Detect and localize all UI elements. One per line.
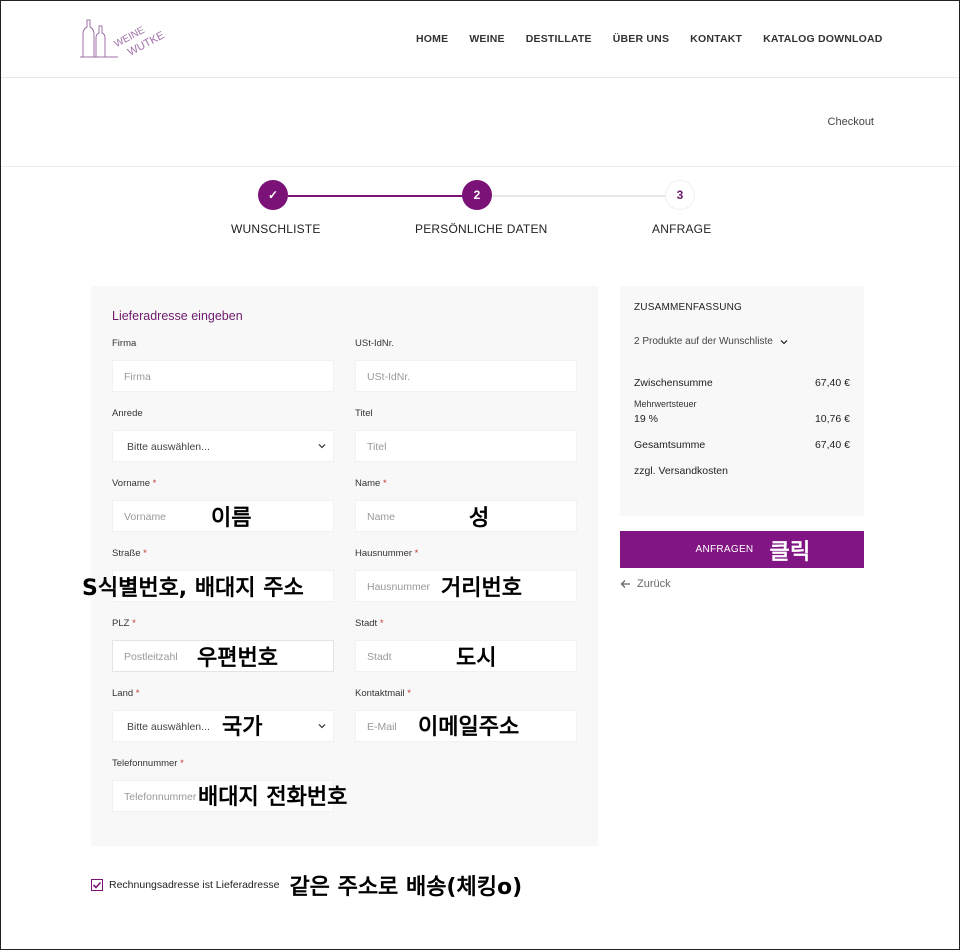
checkout-steps: ✓ 2 3 WUNSCHLISTE PERSÖNLICHE DATEN ANFR… xyxy=(0,180,960,240)
anrede-value: Bitte auswählen... xyxy=(127,441,210,453)
land-label: Land * xyxy=(112,688,140,699)
step-2-marker: 2 xyxy=(462,180,492,210)
order-summary: ZUSAMMENFASSUNG 2 Produkte auf der Wunsc… xyxy=(620,286,864,516)
titel-input[interactable]: Titel xyxy=(355,430,577,462)
step-3-marker: 3 xyxy=(665,180,695,210)
nav-destillate[interactable]: DESTILLATE xyxy=(526,33,592,45)
wine-bottle-logo-icon: WEINE WUTKE xyxy=(80,19,166,59)
vorname-label: Vorname * xyxy=(112,478,157,489)
anrede-select[interactable]: Bitte auswählen... xyxy=(112,430,334,462)
summary-products-toggle[interactable]: 2 Produkte auf der Wunschliste xyxy=(634,336,789,347)
total-value: 67,40 € xyxy=(814,439,850,451)
field-anrede: Anrede Bitte auswählen... xyxy=(112,408,334,462)
field-name: Name * Name xyxy=(355,478,577,532)
step-remaining-line xyxy=(492,195,667,197)
breadcrumb-band: Checkout xyxy=(0,78,960,167)
subtotal-row: Zwischensumme 67,40 € xyxy=(634,377,850,389)
note-name: 성 xyxy=(469,506,490,531)
nav-ueber-uns[interactable]: ÜBER UNS xyxy=(613,33,669,45)
tax-rate: 19 % xyxy=(634,413,658,425)
breadcrumb: Checkout xyxy=(827,116,874,128)
field-firma: Firma Firma xyxy=(112,338,334,392)
name-label: Name * xyxy=(355,478,387,489)
shipping-address-form: Lieferadresse eingeben Firma Firma USt-I… xyxy=(91,286,598,846)
chevron-down-icon xyxy=(780,339,788,344)
strasse-label: Straße * xyxy=(112,548,147,559)
tax-value: 10,76 € xyxy=(814,413,850,425)
total-label: Gesamtsumme xyxy=(634,439,706,451)
note-kontaktmail: 이메일주소 xyxy=(418,715,520,740)
anfragen-button[interactable]: ANFRAGEN 클릭 xyxy=(620,531,864,568)
hausnummer-label: Hausnummer * xyxy=(355,548,419,559)
nav-home[interactable]: HOME xyxy=(416,33,448,45)
summary-products-label: 2 Produkte auf der Wunschliste xyxy=(634,336,773,347)
firma-label: Firma xyxy=(112,338,137,349)
titel-label: Titel xyxy=(355,408,373,419)
billing-checkbox[interactable] xyxy=(91,879,103,891)
brand-logo[interactable]: WEINE WUTKE xyxy=(78,12,170,62)
note-billing: 같은 주소로 배송(체킹o) xyxy=(289,875,523,900)
field-titel: Titel Titel xyxy=(355,408,577,462)
plz-label: PLZ * xyxy=(112,618,136,629)
billing-label: Rechnungsadresse ist Lieferadresse xyxy=(109,879,280,891)
total-row: Gesamtsumme 67,40 € xyxy=(634,439,850,451)
firma-input[interactable]: Firma xyxy=(112,360,334,392)
step-3-label: ANFRAGE xyxy=(652,222,712,236)
ust-input[interactable]: USt-IdNr. xyxy=(355,360,577,392)
shipping-note: zzgl. Versandkosten xyxy=(634,465,728,477)
nav-weine[interactable]: WEINE xyxy=(469,33,504,45)
back-link[interactable]: Zurück xyxy=(620,578,671,590)
note-land: 국가 xyxy=(222,715,263,740)
telefon-label: Telefonnummer * xyxy=(112,758,184,769)
arrow-left-icon xyxy=(620,580,630,588)
anrede-label: Anrede xyxy=(112,408,143,419)
billing-same-as-shipping: Rechnungsadresse ist Lieferadresse 같은 주소… xyxy=(91,869,522,901)
chevron-down-icon xyxy=(318,444,326,449)
note-hausnummer: 거리번호 xyxy=(441,576,522,601)
tax-label: Mehrwertsteuer xyxy=(634,399,697,409)
field-ust: USt-IdNr. USt-IdNr. xyxy=(355,338,577,392)
site-header: WEINE WUTKE HOME WEINE DESTILLATE ÜBER U… xyxy=(0,0,960,78)
nav-katalog-download[interactable]: KATALOG DOWNLOAD xyxy=(763,33,882,45)
note-stadt: 도시 xyxy=(456,646,497,671)
summary-title: ZUSAMMENFASSUNG xyxy=(634,302,743,313)
step-progress-line xyxy=(288,195,464,197)
checkmark-icon xyxy=(92,881,102,889)
chevron-down-icon xyxy=(318,724,326,729)
note-strasse: S식별번호, 배대지 주소 xyxy=(82,576,304,601)
step-1-check-icon: ✓ xyxy=(258,180,288,210)
nav-kontakt[interactable]: KONTAKT xyxy=(690,33,742,45)
anfragen-label: ANFRAGEN xyxy=(695,544,754,555)
tax-row: 19 % 10,76 € xyxy=(634,413,850,425)
stadt-label: Stadt * xyxy=(355,618,384,629)
subtotal-value: 67,40 € xyxy=(814,377,850,389)
land-value: Bitte auswählen... xyxy=(127,721,210,733)
note-vorname: 이름 xyxy=(211,506,252,531)
note-anfragen: 클릭 xyxy=(769,539,811,565)
step-1-label: WUNSCHLISTE xyxy=(231,222,321,236)
back-label: Zurück xyxy=(637,578,671,590)
name-input[interactable]: Name xyxy=(355,500,577,532)
form-title: Lieferadresse eingeben xyxy=(112,309,243,323)
note-plz: 우편번호 xyxy=(197,646,278,671)
step-2-label: PERSÖNLICHE DATEN xyxy=(415,222,548,236)
subtotal-label: Zwischensumme xyxy=(634,377,713,389)
main-nav: HOME WEINE DESTILLATE ÜBER UNS KONTAKT K… xyxy=(416,33,883,45)
kontaktmail-label: Kontaktmail * xyxy=(355,688,411,699)
ust-label: USt-IdNr. xyxy=(355,338,395,349)
note-telefon: 배대지 전화번호 xyxy=(198,785,348,810)
